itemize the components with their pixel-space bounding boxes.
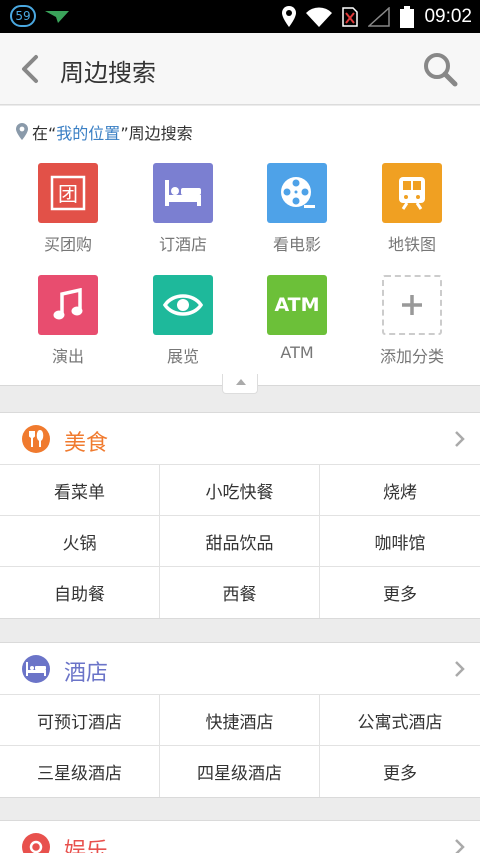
category-label: 看电影 xyxy=(272,235,321,254)
film-reel-icon xyxy=(267,163,327,223)
location-icon xyxy=(282,5,297,27)
search-icon[interactable] xyxy=(422,51,458,87)
category-hotel[interactable]: 订酒店 xyxy=(128,163,238,255)
grid-item[interactable]: 火锅 xyxy=(0,516,160,567)
bed-icon xyxy=(153,163,213,223)
category-label: 添加分类 xyxy=(379,347,444,366)
wifi-icon xyxy=(306,7,333,27)
page-title: 周边搜索 xyxy=(60,59,156,87)
food-grid: 看菜单 小吃快餐 烧烤 火锅 甜品饮品 咖啡馆 自助餐 西餐 更多 xyxy=(0,465,480,618)
section-header[interactable]: 美食 xyxy=(0,413,480,465)
grid-item[interactable]: 西餐 xyxy=(160,567,320,618)
notification-badge: 59 xyxy=(10,5,36,27)
category-label: ATM xyxy=(280,343,314,362)
subway-icon xyxy=(382,163,442,223)
chevron-right-icon xyxy=(455,431,465,447)
section-entertainment: 娱乐 xyxy=(0,820,480,853)
grid-item[interactable]: 咖啡馆 xyxy=(320,516,480,567)
chevron-right-icon xyxy=(455,839,465,853)
entertainment-icon xyxy=(22,833,50,853)
fork-knife-icon xyxy=(22,425,50,453)
category-movie[interactable]: 看电影 xyxy=(242,163,352,255)
svg-text:团: 团 xyxy=(58,182,78,206)
signal-icon xyxy=(368,6,391,27)
grid-item[interactable]: 公寓式酒店 xyxy=(320,695,480,746)
location-prefix: 在“ xyxy=(32,124,57,143)
section-title: 娱乐 xyxy=(64,839,109,853)
chevron-up-icon xyxy=(236,379,246,385)
grid-item[interactable]: 自助餐 xyxy=(0,567,160,618)
category-label: 展览 xyxy=(166,347,199,366)
location-hint: 在“ 我的位置 ”周边搜索 xyxy=(16,120,193,144)
location-suffix: ”周边搜索 xyxy=(120,124,193,143)
section-title: 美食 xyxy=(64,431,109,456)
collapse-toggle[interactable] xyxy=(222,374,258,394)
section-hotel: 酒店 可预订酒店 快捷酒店 公寓式酒店 三星级酒店 四星级酒店 更多 xyxy=(0,642,480,798)
add-category-button[interactable]: 添加分类 xyxy=(357,275,467,367)
battery-icon xyxy=(400,5,415,28)
more-button[interactable]: 更多 xyxy=(320,746,480,797)
grid-item[interactable]: 甜品饮品 xyxy=(160,516,320,567)
grid-item[interactable]: 快捷酒店 xyxy=(160,695,320,746)
category-atm[interactable]: ATM ATM xyxy=(242,275,352,362)
chevron-left-icon[interactable] xyxy=(14,49,50,89)
plus-icon xyxy=(382,275,442,335)
grid-item[interactable]: 四星级酒店 xyxy=(160,746,320,797)
grid-item[interactable]: 小吃快餐 xyxy=(160,465,320,516)
atm-icon: ATM xyxy=(267,275,327,335)
grid-item[interactable]: 烧烤 xyxy=(320,465,480,516)
hotel-grid: 可预订酒店 快捷酒店 公寓式酒店 三星级酒店 四星级酒店 更多 xyxy=(0,695,480,797)
sim-icon xyxy=(342,6,359,27)
category-subway[interactable]: 地铁图 xyxy=(357,163,467,255)
category-label: 订酒店 xyxy=(158,235,207,254)
quick-category-panel: 在“ 我的位置 ”周边搜索 团 买团购 订酒店 看电影 地铁图 演出 展览 AT… xyxy=(0,106,480,394)
section-header[interactable]: 娱乐 xyxy=(0,821,480,853)
location-link[interactable]: 我的位置 xyxy=(56,120,120,144)
clock: 09:02 xyxy=(424,5,472,27)
grid-item[interactable]: 三星级酒店 xyxy=(0,746,160,797)
category-exhibition[interactable]: 展览 xyxy=(128,275,238,367)
grid-item[interactable]: 可预订酒店 xyxy=(0,695,160,746)
app-header: 周边搜索 xyxy=(0,33,480,105)
map-pin-icon xyxy=(16,123,28,140)
plane-icon xyxy=(45,11,69,23)
section-header[interactable]: 酒店 xyxy=(0,643,480,695)
music-note-icon xyxy=(38,275,98,335)
chevron-right-icon xyxy=(455,661,465,677)
category-label: 地铁图 xyxy=(387,235,436,254)
grid-item[interactable]: 看菜单 xyxy=(0,465,160,516)
category-groupbuy[interactable]: 团 买团购 xyxy=(13,163,123,255)
status-bar: 59 09:02 xyxy=(0,0,480,33)
more-button[interactable]: 更多 xyxy=(320,567,480,618)
category-label: 演出 xyxy=(51,347,84,366)
bed-icon xyxy=(22,655,50,683)
section-title: 酒店 xyxy=(64,661,109,686)
category-show[interactable]: 演出 xyxy=(13,275,123,367)
section-food: 美食 看菜单 小吃快餐 烧烤 火锅 甜品饮品 咖啡馆 自助餐 西餐 更多 xyxy=(0,412,480,619)
category-label: 买团购 xyxy=(43,235,92,254)
groupbuy-icon: 团 xyxy=(38,163,98,223)
eye-icon xyxy=(153,275,213,335)
